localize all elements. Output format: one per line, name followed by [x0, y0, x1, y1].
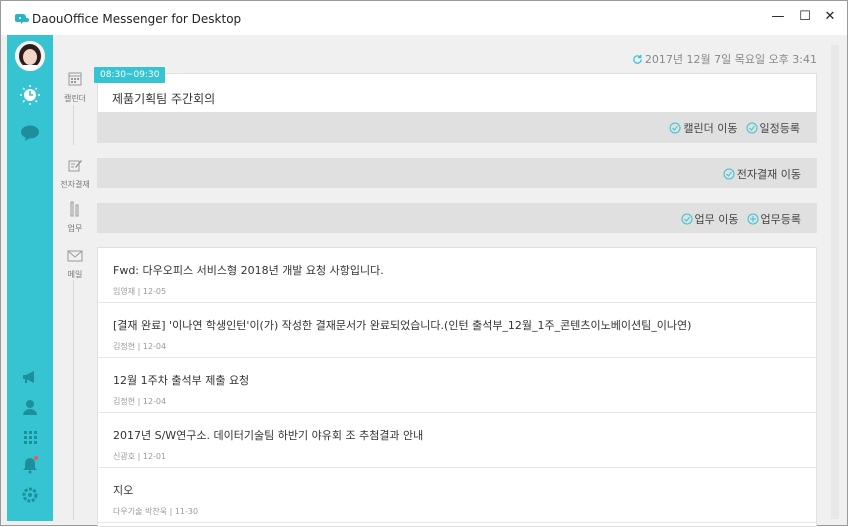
- clock-icon[interactable]: [20, 85, 40, 105]
- refresh-icon[interactable]: [632, 54, 643, 65]
- calendar-card[interactable]: 제품기획팀 주간회의 캘린더 이동 일정등록: [97, 73, 817, 143]
- event-time-badge: 08:30~09:30: [94, 67, 166, 83]
- calendar-icon: [68, 72, 82, 86]
- nav-task[interactable]: 업무: [53, 201, 97, 234]
- window-title: DaouOffice Messenger for Desktop: [32, 12, 242, 26]
- mail-meta: 임영재 | 12-05: [113, 287, 167, 296]
- person-icon[interactable]: [20, 397, 40, 417]
- mail-list: Fwd: 다우오피스 서비스형 2018년 개발 요청 사항입니다. 임영재 |…: [97, 247, 817, 527]
- mail-subject: Fwd: 다우오피스 서비스형 2018년 개발 요청 사항입니다.: [113, 264, 384, 277]
- nav-calendar[interactable]: 캘린더: [53, 71, 97, 104]
- go-task-button[interactable]: 업무 이동: [681, 211, 739, 227]
- mail-meta: 다우기술 박찬욱 | 11-30: [113, 507, 199, 516]
- add-schedule-label: 일정등록: [759, 122, 800, 135]
- sidebar: [7, 35, 53, 521]
- mail-subject: [결재 완료] '이나연 학생인턴'이(가) 작성한 결재문서가 완료되었습니다…: [113, 319, 692, 332]
- list-item[interactable]: Fwd: 다우오피스 서비스형 2018년 개발 요청 사항입니다. 임영재 |…: [98, 248, 816, 303]
- dashboard-content: 2017년 12월 7일 목요일 오후 3:41 캘린더 제품기획팀 주간회의 …: [53, 35, 847, 527]
- add-task-button[interactable]: 업무등록: [747, 211, 801, 227]
- go-approval-label: 전자결재 이동: [736, 168, 801, 181]
- nav-mail-label: 메일: [67, 270, 83, 279]
- nav-mail[interactable]: 메일: [53, 249, 97, 280]
- go-task-label: 업무 이동: [694, 213, 739, 226]
- avatar[interactable]: [15, 41, 45, 71]
- plus-circle-icon: [747, 213, 759, 225]
- approval-bar: 전자결재 이동: [97, 158, 817, 188]
- bell-icon[interactable]: [20, 455, 40, 475]
- mail-meta: 김정현 | 12-04: [113, 342, 167, 351]
- calendar-actions-bar: 캘린더 이동 일정등록: [98, 112, 816, 142]
- check-circle-icon: [669, 122, 681, 134]
- mail-meta: 김정현 | 12-04: [113, 397, 167, 406]
- go-calendar-label: 캘린더 이동: [683, 122, 738, 135]
- nav-calendar-label: 캘린더: [63, 94, 87, 103]
- list-item[interactable]: 12월 1주차 출석부 제출 요청 김정현 | 12-04: [98, 358, 816, 413]
- title-bar[interactable]: DaouOffice Messenger for Desktop — ☐ ✕: [1, 1, 847, 35]
- check-circle-icon: [723, 168, 735, 180]
- nav-approval-label: 전자결재: [60, 180, 90, 189]
- go-approval-button[interactable]: 전자결재 이동: [723, 166, 801, 182]
- app-logo-icon: [15, 14, 29, 24]
- list-item[interactable]: 지오 다우기술 박찬욱 | 11-30: [98, 468, 816, 523]
- mail-subject: 지오: [113, 484, 134, 497]
- list-item[interactable]: 2017년 S/W연구소. 데이터기술팀 하반기 야유회 조 추첨결과 안내 신…: [98, 413, 816, 468]
- check-circle-icon: [681, 213, 693, 225]
- sync-status[interactable]: 2017년 12월 7일 목요일 오후 3:41: [632, 51, 817, 67]
- apps-grid-icon[interactable]: [20, 427, 40, 447]
- mail-icon: [67, 250, 83, 262]
- gear-icon[interactable]: [20, 485, 40, 505]
- close-button[interactable]: ✕: [823, 10, 837, 24]
- scrollbar[interactable]: [831, 45, 839, 519]
- add-schedule-button[interactable]: 일정등록: [746, 120, 800, 136]
- task-icon: [70, 201, 79, 217]
- mail-subject: 2017년 S/W연구소. 데이터기술팀 하반기 야유회 조 추첨결과 안내: [113, 429, 424, 442]
- go-calendar-button[interactable]: 캘린더 이동: [669, 120, 738, 136]
- sync-datetime: 2017년 12월 7일 목요일 오후 3:41: [644, 53, 817, 66]
- maximize-button[interactable]: ☐: [798, 10, 812, 24]
- task-bar: 업무 이동 업무등록: [97, 203, 817, 233]
- nav-task-label: 업무: [67, 224, 83, 233]
- add-task-label: 업무등록: [760, 213, 801, 226]
- nav-approval[interactable]: 전자결재: [53, 157, 97, 190]
- divider: [73, 105, 74, 145]
- list-item[interactable]: [결재 완료] '이나연 학생인턴'이(가) 작성한 결재문서가 완료되었습니다…: [98, 303, 816, 358]
- mail-subject: 12월 1주차 출석부 제출 요청: [113, 374, 250, 387]
- event-title[interactable]: 제품기획팀 주간회의: [112, 90, 215, 107]
- minimize-button[interactable]: —: [771, 10, 785, 24]
- divider: [73, 280, 74, 520]
- app-window: DaouOffice Messenger for Desktop — ☐ ✕ 2…: [0, 0, 848, 527]
- chat-icon[interactable]: [20, 123, 40, 143]
- megaphone-icon[interactable]: [20, 367, 40, 387]
- approval-icon: [68, 160, 82, 172]
- check-circle-icon: [746, 122, 758, 134]
- mail-meta: 신광호 | 12-01: [113, 452, 167, 461]
